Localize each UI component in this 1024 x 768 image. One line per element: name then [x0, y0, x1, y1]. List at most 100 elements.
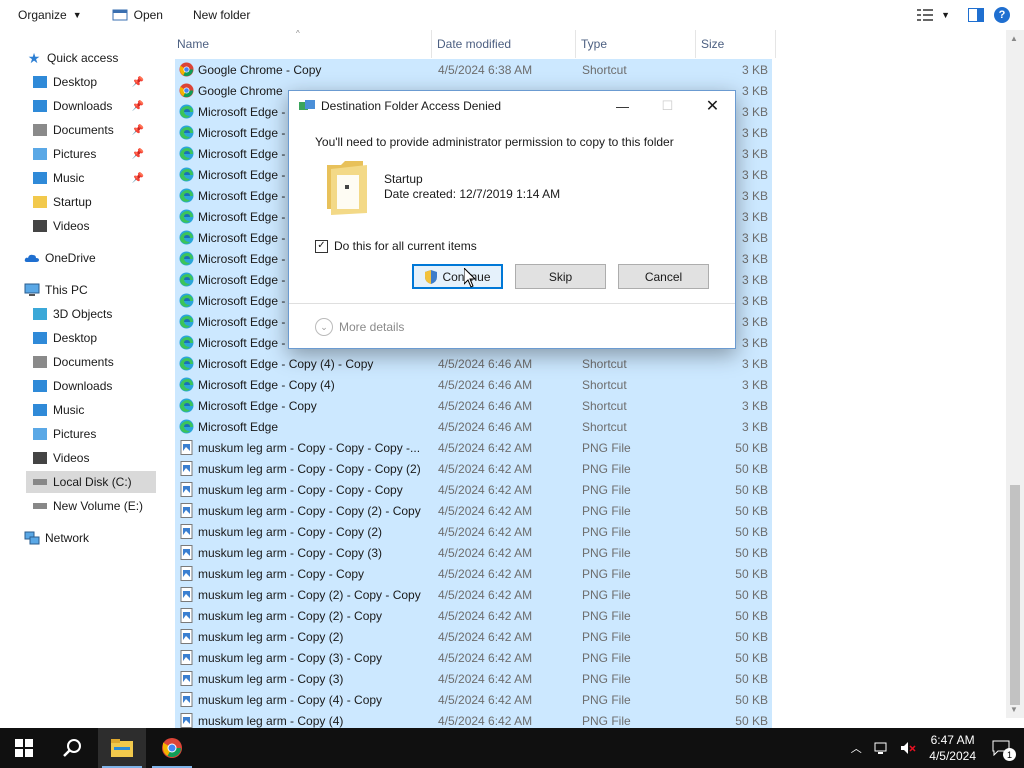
start-button[interactable] [0, 728, 48, 768]
png-file-icon [180, 608, 193, 623]
preview-pane-icon[interactable] [968, 8, 984, 22]
file-row[interactable]: muskum leg arm - Copy - Copy 4/5/2024 6:4… [175, 563, 772, 584]
file-name: muskum leg arm - Copy - Copy (3) [198, 545, 383, 560]
network-icon[interactable] [873, 739, 891, 757]
file-row[interactable]: muskum leg arm - Copy (2) 4/5/2024 6:42 A… [175, 626, 772, 647]
clock[interactable]: 6:47 AM 4/5/2024 [929, 732, 976, 764]
file-date: 4/5/2024 6:42 AM [438, 608, 533, 623]
scroll-down-icon[interactable]: ▼ [1010, 705, 1018, 714]
sidebar-item-new-volume-e[interactable]: New Volume (E:) [32, 495, 162, 517]
file-size: 50 KB [735, 482, 768, 497]
apply-all-checkbox[interactable]: ✓ [315, 239, 328, 253]
nav-label: Videos [53, 451, 90, 465]
sidebar-item-pictures[interactable]: Pictures 📌 [32, 143, 162, 165]
sidebar-item-videos[interactable]: Videos [32, 447, 162, 469]
minimize-button[interactable]: — [600, 91, 645, 121]
file-date: 4/5/2024 6:46 AM [438, 377, 533, 392]
sidebar-item-desktop[interactable]: Desktop [32, 327, 162, 349]
file-row[interactable]: muskum leg arm - Copy - Copy (2) 4/5/2024… [175, 521, 772, 542]
file-name: muskum leg arm - Copy (2) [198, 629, 344, 644]
column-header-size[interactable]: Size [696, 30, 776, 58]
file-size: 50 KB [735, 566, 768, 581]
edge-icon [179, 167, 194, 182]
more-details-label: More details [339, 320, 405, 334]
sidebar-item-documents[interactable]: Documents [32, 351, 162, 373]
view-options-button[interactable]: ▼ [917, 9, 950, 21]
sidebar-item-desktop[interactable]: Desktop 📌 [32, 71, 162, 93]
file-date: 4/5/2024 6:42 AM [438, 587, 533, 602]
file-row[interactable]: muskum leg arm - Copy - Copy - Copy (2) 4… [175, 458, 772, 479]
column-label: Date modified [437, 37, 512, 51]
sidebar-item-downloads[interactable]: Downloads 📌 [32, 95, 162, 117]
file-row[interactable]: muskum leg arm - Copy (4) - Copy 4/5/2024… [175, 689, 772, 710]
sidebar-item-3d-objects[interactable]: 3D Objects [32, 303, 162, 325]
file-row[interactable]: muskum leg arm - Copy - Copy (2) - Copy 4… [175, 500, 772, 521]
file-date: 4/5/2024 6:46 AM [438, 419, 533, 434]
edge-icon [179, 272, 194, 287]
file-row[interactable]: Microsoft Edge - Copy (4) - Copy 4/5/2024… [175, 353, 772, 374]
volume-muted-icon[interactable] [899, 739, 917, 757]
file-row[interactable]: muskum leg arm - Copy (2) - Copy - Copy 4… [175, 584, 772, 605]
chevron-up-icon[interactable]: ︿ [847, 739, 865, 757]
windows-icon [15, 739, 33, 757]
file-row[interactable]: Microsoft Edge - Copy 4/5/2024 6:46 AM Sho… [175, 395, 772, 416]
file-row[interactable]: Microsoft Edge - Copy (4) 4/5/2024 6:46 A… [175, 374, 772, 395]
file-name: muskum leg arm - Copy (3) - Copy [198, 650, 383, 665]
file-size: 50 KB [735, 545, 768, 560]
notification-icon[interactable]: 1 [992, 739, 1016, 761]
file-size: 3 KB [741, 356, 768, 371]
scroll-up-icon[interactable]: ▲ [1010, 34, 1018, 43]
clock-date: 4/5/2024 [929, 749, 976, 763]
folder-icon [32, 194, 48, 210]
nav-onedrive[interactable]: OneDrive [24, 247, 96, 269]
more-details-toggle[interactable]: ⌄ More details [315, 318, 404, 336]
column-header-type[interactable]: Type [576, 30, 696, 58]
edge-icon [179, 104, 194, 119]
file-date: 4/5/2024 6:42 AM [438, 566, 533, 581]
file-row[interactable]: muskum leg arm - Copy (4) 4/5/2024 6:42 A… [175, 710, 772, 728]
column-header-name[interactable]: Name [172, 30, 432, 58]
taskbar-chrome[interactable] [148, 728, 196, 768]
nav-network[interactable]: Network [24, 527, 89, 549]
column-label: Name [177, 37, 210, 51]
sidebar-item-videos[interactable]: Videos [32, 215, 162, 237]
organize-button[interactable]: Organize ▼ [10, 0, 90, 30]
file-row[interactable]: muskum leg arm - Copy (3) 4/5/2024 6:42 A… [175, 668, 772, 689]
file-row[interactable]: muskum leg arm - Copy - Copy (3) 4/5/2024… [175, 542, 772, 563]
cancel-button[interactable]: Cancel [618, 264, 709, 289]
sidebar-item-music[interactable]: Music [32, 399, 162, 421]
sidebar-item-documents[interactable]: Documents 📌 [32, 119, 162, 141]
edge-icon [179, 293, 194, 308]
file-row[interactable]: muskum leg arm - Copy - Copy - Copy 4/5/2… [175, 479, 772, 500]
taskbar: ︿ 6:47 AM 4/5/2024 1 [0, 728, 1024, 768]
scroll-thumb[interactable] [1010, 485, 1020, 705]
taskbar-file-explorer[interactable] [98, 728, 146, 768]
file-row[interactable]: muskum leg arm - Copy - Copy - Copy -...… [175, 437, 772, 458]
nav-quick-access[interactable]: ★ Quick access [26, 47, 119, 69]
sidebar-item-pictures[interactable]: Pictures [32, 423, 162, 445]
help-icon[interactable]: ? [994, 7, 1010, 23]
edge-icon [179, 398, 194, 413]
sidebar-item-music[interactable]: Music 📌 [32, 167, 162, 189]
nav-this-pc[interactable]: This PC [24, 279, 88, 301]
search-button[interactable] [48, 728, 96, 768]
music-icon [32, 170, 48, 186]
column-header-date[interactable]: Date modified [432, 30, 576, 58]
open-button[interactable]: Open [104, 0, 171, 30]
file-row[interactable]: Microsoft Edge 4/5/2024 6:46 AM Shortcut 3 … [175, 416, 772, 437]
file-row[interactable]: muskum leg arm - Copy (3) - Copy 4/5/2024… [175, 647, 772, 668]
png-file-icon [180, 482, 193, 497]
file-row[interactable]: Google Chrome - Copy 4/5/2024 6:38 AM Shor… [175, 59, 772, 80]
skip-button[interactable]: Skip [515, 264, 606, 289]
edge-icon [179, 377, 194, 392]
new-folder-button[interactable]: New folder [185, 0, 258, 30]
file-row[interactable]: muskum leg arm - Copy (2) - Copy 4/5/2024… [175, 605, 772, 626]
sidebar-item-startup[interactable]: Startup [32, 191, 162, 213]
sidebar-item-downloads[interactable]: Downloads [32, 375, 162, 397]
continue-button[interactable]: Continue [412, 264, 503, 289]
close-button[interactable]: ✕ [690, 91, 735, 121]
vertical-scrollbar[interactable]: ▲ ▼ [1006, 30, 1024, 718]
notification-count: 1 [1003, 748, 1016, 761]
sidebar-item-local-disk-c[interactable]: Local Disk (C:) [26, 471, 156, 493]
apply-all-checkbox-row[interactable]: ✓ Do this for all current items [315, 239, 477, 253]
